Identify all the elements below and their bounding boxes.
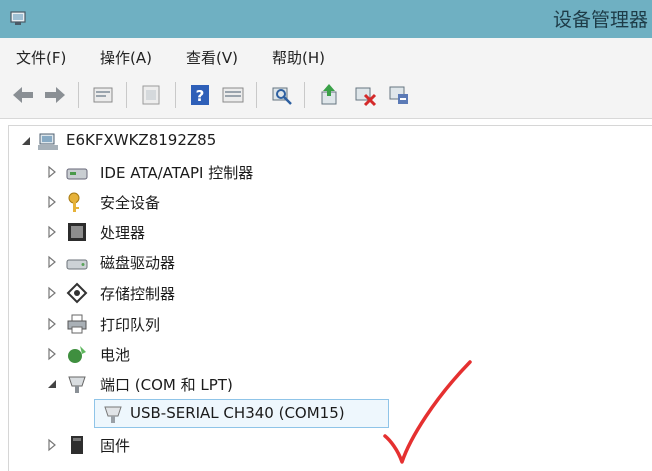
tree-item-usb-serial-ch340[interactable]: USB-SERIAL CH340 (COM15) [98, 401, 388, 427]
key-icon [68, 192, 80, 212]
expand-arrow-icon[interactable] [46, 195, 58, 209]
menu-view[interactable]: 查看(V) [186, 47, 238, 68]
expand-arrow-icon[interactable] [46, 255, 58, 269]
computer-name: E6KFXWKZ8192Z85 [66, 131, 217, 149]
expand-arrow-icon[interactable] [46, 317, 58, 331]
menu-action[interactable]: 操作(A) [100, 47, 152, 68]
tree-item-battery[interactable]: 电池 [44, 341, 244, 367]
tree-item-label: 打印队列 [100, 316, 161, 334]
tree-item-label: 处理器 [100, 224, 146, 242]
view-icon[interactable] [220, 82, 246, 108]
processor-icon [68, 223, 86, 241]
tree-item-firmware[interactable]: 固件 [44, 432, 244, 458]
tree-item-label: 存储控制器 [100, 285, 176, 303]
red-checkmark-annotation [383, 360, 472, 464]
expand-arrow-icon[interactable] [46, 165, 58, 179]
svg-text:?: ? [196, 87, 205, 105]
expand-arrow-icon[interactable] [46, 347, 58, 361]
tree-item-label: 安全设备 [100, 194, 161, 212]
expand-arrow-icon[interactable] [46, 438, 58, 452]
tree-item-ports[interactable]: 端口 (COM 和 LPT) [44, 371, 284, 397]
back-arrow-icon[interactable] [10, 82, 36, 108]
show-hidden-icon[interactable] [138, 82, 164, 108]
toolbar-separator [78, 82, 79, 108]
tree-item-print-queues[interactable]: 打印队列 [44, 311, 244, 337]
tree-item-storage-controllers[interactable]: 存储控制器 [44, 280, 244, 306]
device-manager-app-icon[interactable] [8, 7, 30, 29]
tree-item-ide[interactable]: IDE ATA/ATAPI 控制器 [44, 159, 304, 185]
properties-icon[interactable] [90, 82, 116, 108]
disk-drive-icon [66, 259, 88, 270]
toolbar-separator [126, 82, 127, 108]
firmware-icon [71, 436, 83, 454]
disable-device-icon[interactable] [352, 82, 378, 108]
menu-bar: 文件(F) 操作(A) 查看(V) 帮助(H) [0, 38, 652, 74]
battery-icon [68, 346, 86, 363]
tree-item-label: 端口 (COM 和 LPT) [100, 376, 233, 394]
ide-controller-icon [66, 168, 88, 180]
toolbar: ? [0, 74, 652, 119]
forward-arrow-icon[interactable] [42, 82, 68, 108]
collapse-arrow-icon[interactable] [46, 377, 58, 391]
window-title: 设备管理器 [552, 9, 648, 31]
update-driver-icon[interactable] [316, 82, 342, 108]
printer-icon [67, 314, 87, 334]
tree-item-label: 磁盘驱动器 [100, 254, 176, 272]
uninstall-device-icon[interactable] [386, 82, 412, 108]
device-label: USB-SERIAL CH340 (COM15) [130, 404, 345, 422]
tree-item-disk-drives[interactable]: 磁盘驱动器 [44, 249, 244, 275]
computer-icon [38, 133, 58, 150]
expand-arrow-icon[interactable] [46, 225, 58, 239]
title-bar: 设备管理器 [0, 0, 652, 38]
toolbar-separator [304, 82, 305, 108]
help-icon[interactable]: ? [187, 82, 213, 108]
tree-item-security[interactable]: 安全设备 [44, 189, 244, 215]
tree-item-label: 固件 [100, 437, 131, 455]
menu-file[interactable]: 文件(F) [16, 47, 66, 68]
collapse-arrow-icon[interactable] [20, 134, 32, 148]
scan-hardware-icon[interactable] [268, 82, 294, 108]
toolbar-separator [175, 82, 176, 108]
tree-item-label: IDE ATA/ATAPI 控制器 [100, 164, 254, 182]
storage-controller-icon [66, 282, 88, 304]
port-connector-icon [104, 406, 122, 423]
tree-root-row[interactable]: E6KFXWKZ8192Z85 [18, 128, 278, 154]
menu-help[interactable]: 帮助(H) [272, 47, 325, 68]
tree-item-label: 电池 [100, 346, 131, 364]
port-connector-icon [68, 376, 86, 393]
expand-arrow-icon[interactable] [46, 286, 58, 300]
tree-item-processor[interactable]: 处理器 [44, 219, 244, 245]
toolbar-separator [256, 82, 257, 108]
